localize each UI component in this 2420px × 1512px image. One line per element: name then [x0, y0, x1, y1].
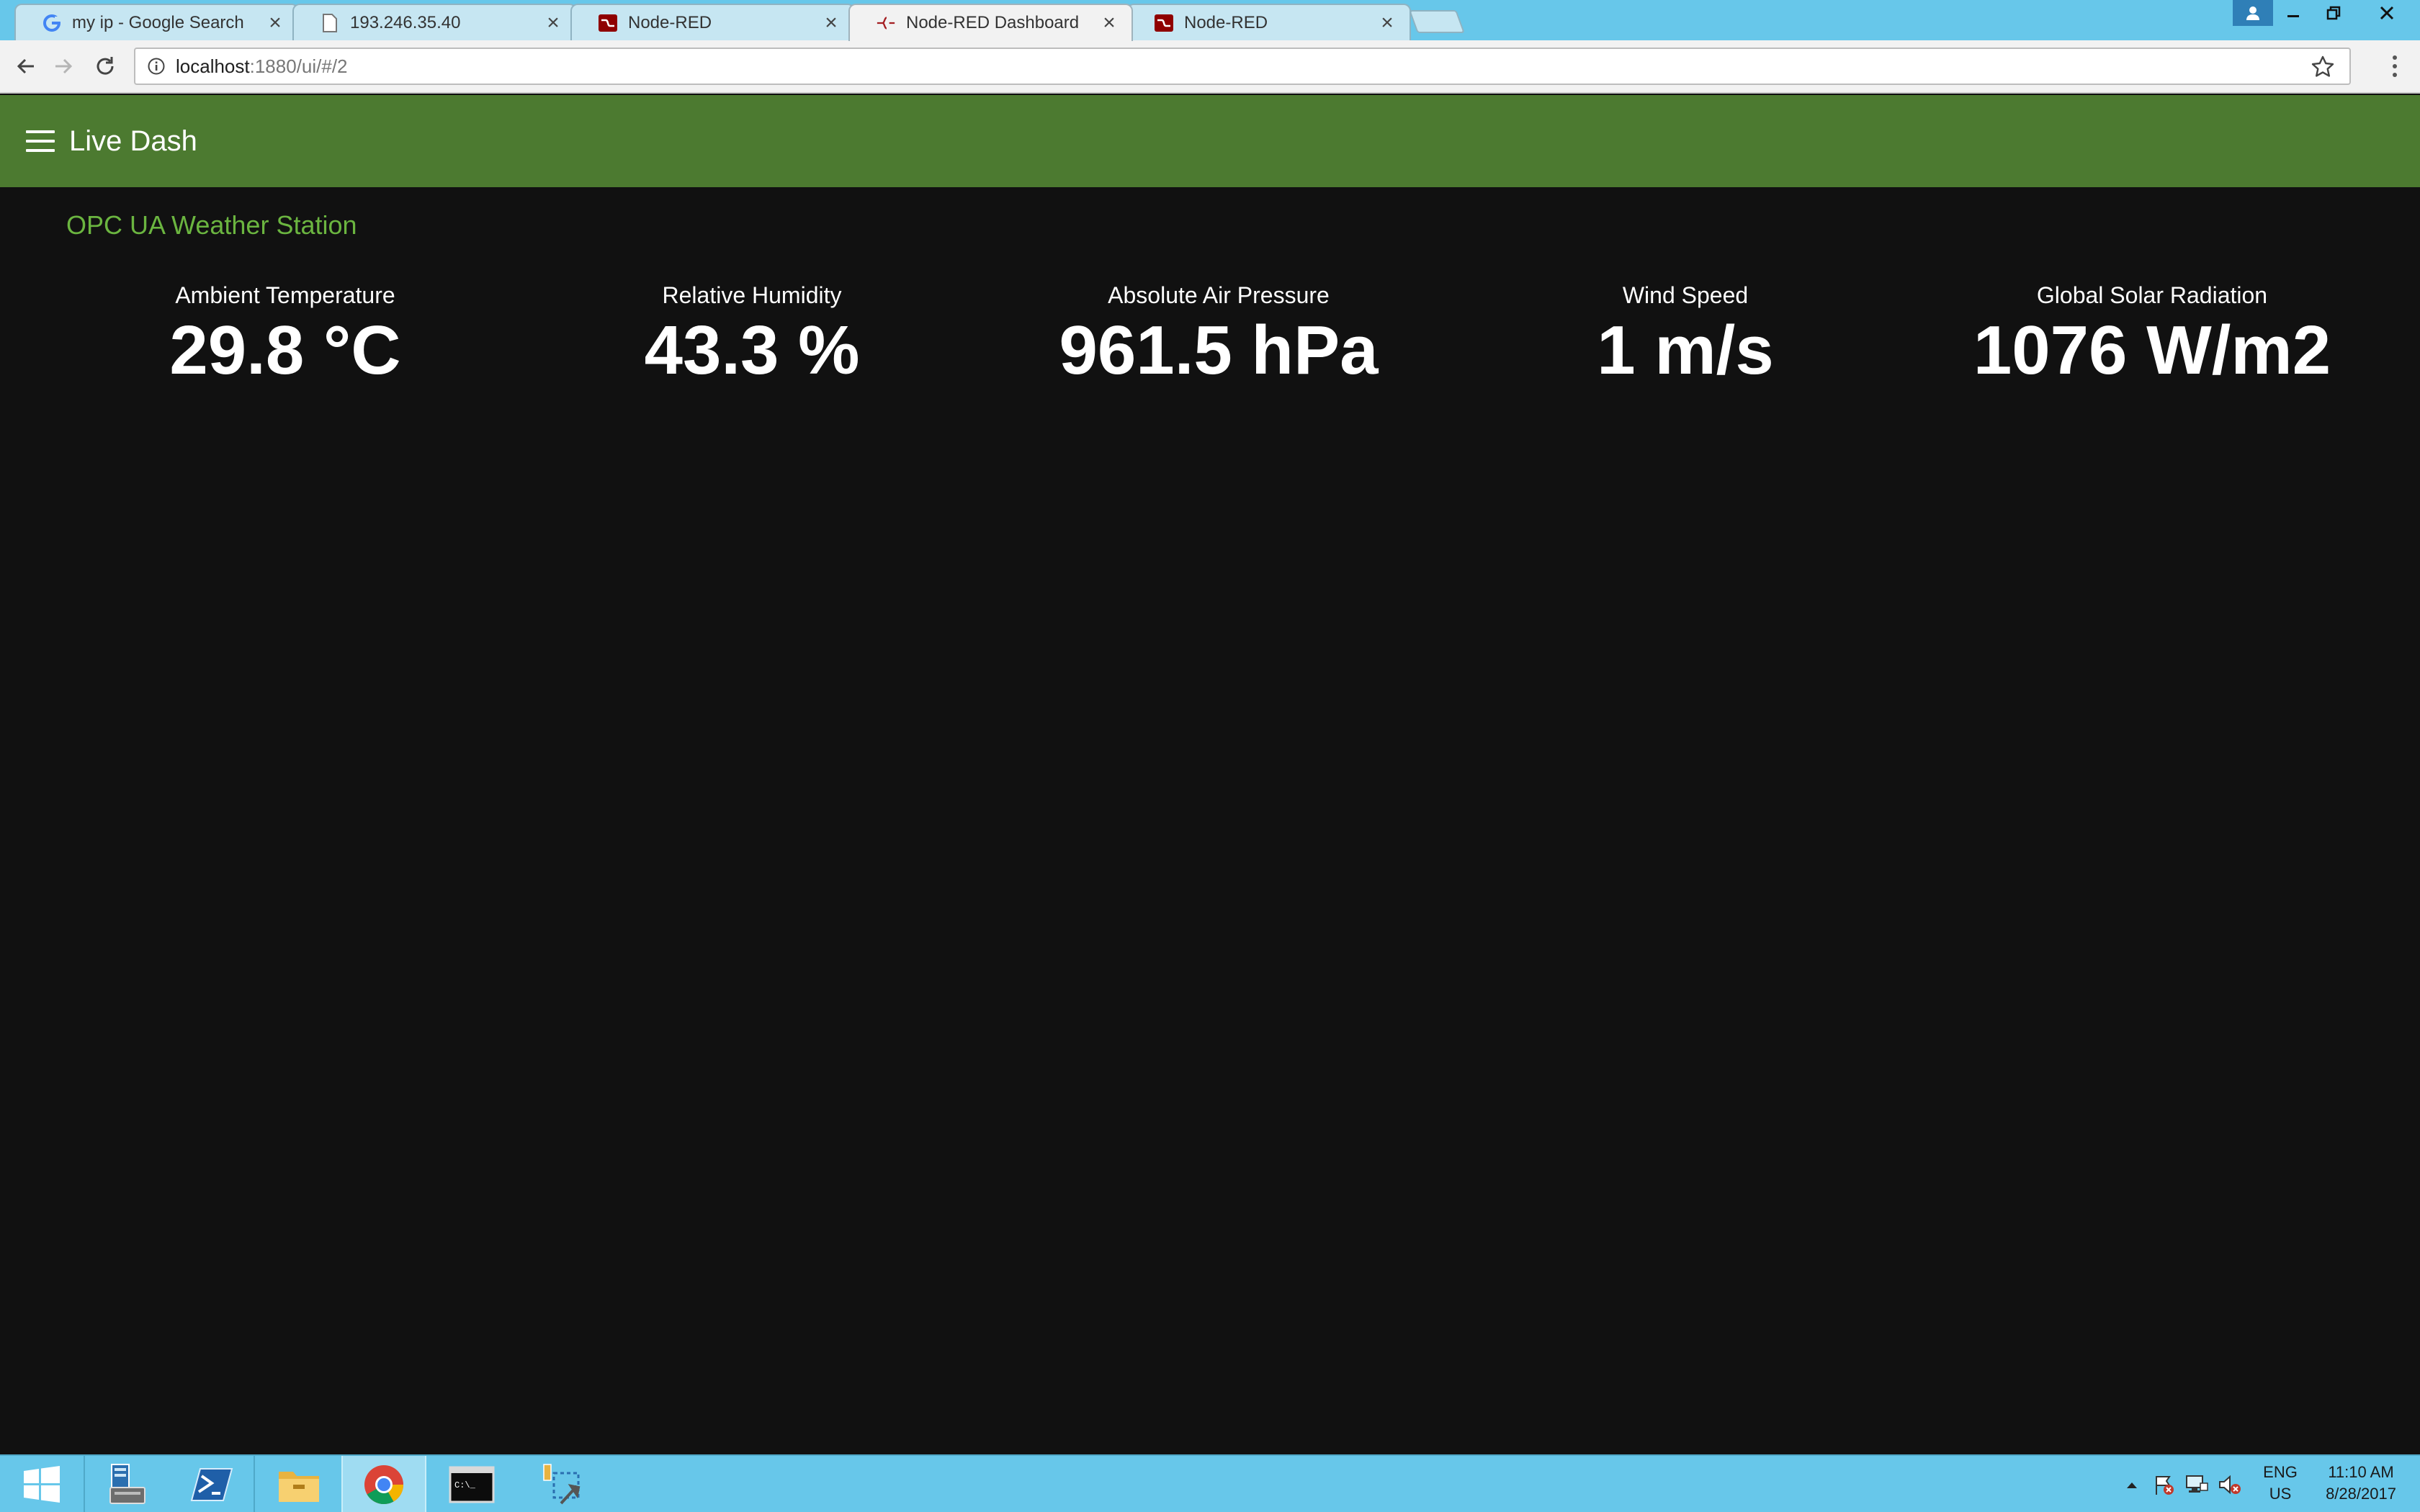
hamburger-menu-icon[interactable] — [26, 130, 55, 152]
widget-wind-speed: Wind Speed 1 m/s — [1452, 281, 1919, 396]
page-title: Live Dash — [69, 125, 197, 157]
new-tab-button[interactable] — [1409, 10, 1465, 33]
widget-row: Ambient Temperature 29.8 °C Relative Hum… — [52, 281, 2385, 396]
page-icon — [320, 13, 340, 33]
tab-title: Node-RED — [628, 13, 712, 32]
user-icon[interactable] — [2233, 0, 2273, 26]
google-icon — [42, 13, 62, 33]
restore-button[interactable] — [2313, 0, 2354, 26]
widget-label: Wind Speed — [1622, 282, 1749, 308]
action-center-flag-icon[interactable] — [2149, 1456, 2178, 1512]
node-red-dashboard-icon — [876, 13, 896, 33]
close-icon[interactable]: × — [542, 12, 564, 34]
tab-node-red-1[interactable]: Node-RED × — [570, 4, 855, 41]
tab-node-red-dashboard[interactable]: Node-RED Dashboard × — [848, 4, 1133, 41]
dashboard-content: OPC UA Weather Station Ambient Temperatu… — [0, 187, 2420, 1454]
clock-time: 11:10 AM — [2328, 1463, 2394, 1481]
powershell-icon — [190, 1468, 233, 1501]
tab-node-red-2[interactable]: Node-RED × — [1126, 4, 1411, 41]
widget-value: 29.8 °C — [169, 312, 401, 389]
server-manager-icon — [109, 1464, 145, 1504]
close-icon[interactable]: × — [820, 12, 842, 34]
widget-value: 961.5 hPa — [1059, 312, 1379, 389]
volume-muted-icon[interactable] — [2215, 1456, 2244, 1512]
screen: my ip - Google Search × 193.246.35.40 × … — [0, 0, 2420, 1512]
widget-label: Ambient Temperature — [175, 282, 395, 308]
widget-value: 1 m/s — [1597, 312, 1774, 389]
windows-taskbar: C:\_ ENG US 11:10 AM 8/28/2017 — [0, 1454, 2420, 1512]
clock-date: 8/28/2017 — [2326, 1485, 2396, 1503]
browser-toolbar: localhost:1880/ui/#/2 — [0, 40, 2420, 94]
taskbar-server-manager[interactable] — [85, 1456, 170, 1512]
forward-button[interactable] — [48, 50, 79, 82]
taskbar-chrome[interactable] — [341, 1456, 426, 1512]
file-explorer-icon — [279, 1472, 319, 1502]
network-icon[interactable] — [2182, 1456, 2211, 1512]
url-path: :1880/ui/#/2 — [249, 55, 348, 77]
taskbar-powershell[interactable] — [170, 1456, 255, 1512]
close-icon[interactable]: × — [1376, 12, 1398, 34]
minimize-button[interactable] — [2273, 0, 2313, 26]
widget-absolute-air-pressure: Absolute Air Pressure 961.5 hPa — [985, 281, 1452, 396]
widget-global-solar-radiation: Global Solar Radiation 1076 W/m2 — [1919, 281, 2385, 396]
tab-ip-page[interactable]: 193.246.35.40 × — [292, 4, 577, 41]
tab-google-search[interactable]: my ip - Google Search × — [14, 4, 299, 41]
start-icon — [24, 1466, 60, 1503]
tab-title: Node-RED Dashboard — [906, 13, 1080, 32]
chevron-up-icon — [2127, 1482, 2137, 1488]
back-arrow-icon — [17, 58, 34, 74]
tab-title: my ip - Google Search — [72, 13, 244, 32]
info-icon[interactable] — [147, 57, 166, 76]
node-red-icon — [1154, 13, 1174, 33]
back-button[interactable] — [10, 50, 42, 82]
input-language-indicator[interactable]: ENG US — [2253, 1462, 2308, 1505]
bookmark-star-icon[interactable] — [2311, 55, 2335, 79]
start-button[interactable] — [0, 1456, 85, 1512]
url-host: localhost — [176, 55, 250, 77]
dashboard-toolbar: Live Dash — [0, 95, 2420, 187]
clock[interactable]: 11:10 AM 8/28/2017 — [2308, 1462, 2414, 1505]
group-title: OPC UA Weather Station — [66, 210, 357, 240]
widget-label: Global Solar Radiation — [2036, 282, 2268, 308]
svg-text:C:\_: C:\_ — [454, 1480, 476, 1490]
url-text: localhost:1880/ui/#/2 — [176, 55, 348, 78]
browser-tabstrip: my ip - Google Search × 193.246.35.40 × … — [0, 0, 2420, 41]
widget-relative-humidity: Relative Humidity 43.3 % — [519, 281, 985, 396]
widget-label: Relative Humidity — [662, 282, 842, 308]
close-icon[interactable]: × — [1098, 12, 1120, 34]
network-tool-icon — [543, 1464, 581, 1505]
tab-title: 193.246.35.40 — [350, 13, 461, 32]
browser-menu-button[interactable] — [2384, 50, 2406, 82]
address-bar[interactable]: localhost:1880/ui/#/2 — [134, 48, 2351, 85]
reload-icon — [97, 57, 114, 75]
widget-ambient-temperature: Ambient Temperature 29.8 °C — [52, 281, 519, 396]
widget-label: Absolute Air Pressure — [1108, 282, 1330, 308]
widget-value: 43.3 % — [644, 312, 860, 389]
close-icon[interactable]: × — [264, 12, 286, 34]
close-window-button[interactable] — [2354, 0, 2420, 26]
forward-arrow-icon — [55, 58, 73, 74]
taskbar-file-explorer[interactable] — [256, 1456, 341, 1512]
cmd-icon: C:\_ — [449, 1466, 495, 1503]
tab-title: Node-RED — [1184, 13, 1268, 32]
taskbar-network-tool[interactable] — [520, 1456, 605, 1512]
show-hidden-icons-button[interactable] — [2118, 1456, 2146, 1512]
language-region: US — [2269, 1485, 2292, 1503]
widget-value: 1076 W/m2 — [1973, 312, 2331, 389]
language-code: ENG — [2263, 1463, 2298, 1481]
taskbar-cmd[interactable]: C:\_ — [429, 1456, 514, 1512]
chrome-icon — [364, 1465, 403, 1505]
reload-button[interactable] — [89, 50, 121, 82]
node-red-icon — [598, 13, 618, 33]
